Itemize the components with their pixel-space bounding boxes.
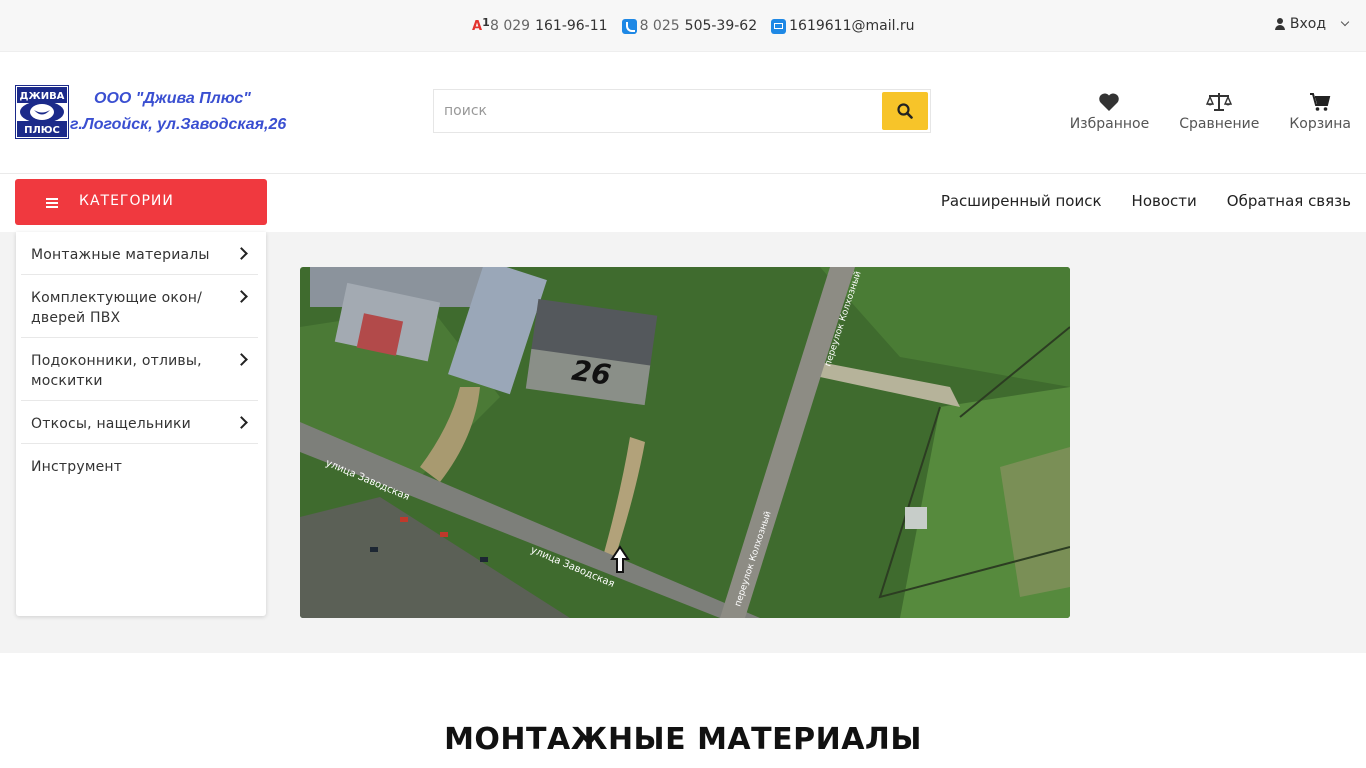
top-bar: A1 8 029 161-96-11 8 025 505-39-62 16196… (0, 0, 1366, 52)
cart-link[interactable]: Корзина (1289, 92, 1351, 132)
satellite-map: 26 улица Заводская улица Заводская переу… (300, 267, 1070, 618)
chevron-right-icon (235, 416, 248, 429)
login-label: Вход (1289, 16, 1326, 32)
header: ДЖИВА ПЛЮС ООО "Джива Плюс" г.Логойск, у… (0, 52, 1366, 174)
heart-icon (1099, 93, 1120, 111)
mail-icon (771, 18, 787, 34)
menu-icon (46, 198, 58, 208)
contact-a1[interactable]: A1 8 029 161-96-11 (472, 15, 608, 35)
company-address: г.Логойск, ул.Заводская,26 (70, 116, 287, 133)
contact-phone[interactable]: 8 025 505-39-62 (621, 18, 758, 34)
phone-number: 161-96-11 (535, 18, 608, 34)
scales-icon (1206, 93, 1233, 111)
hero-section: Монтажные материалы Комплектующие окон/ … (0, 232, 1366, 653)
phone-icon (621, 18, 637, 34)
svg-text:ДЖИВА: ДЖИВА (20, 91, 65, 102)
location-map: 26 улица Заводская улица Заводская переу… (300, 267, 1070, 618)
cart-icon (1310, 93, 1331, 111)
category-label: Инструмент (31, 459, 123, 475)
contact-email[interactable]: 1619611@mail.ru (771, 18, 915, 34)
user-icon (1274, 18, 1285, 30)
category-menu: Монтажные материалы Комплектующие окон/ … (16, 232, 266, 616)
cart-label: Корзина (1289, 116, 1351, 132)
category-item[interactable]: Откосы, нащельники (21, 401, 258, 444)
company-info: ООО "Джива Плюс" г.Логойск, ул.Заводская… (70, 86, 286, 138)
search-input[interactable] (434, 90, 874, 132)
category-item[interactable]: Монтажные материалы (21, 232, 258, 275)
nav-links: Расширенный поиск Новости Обратная связь (911, 192, 1351, 210)
categories-button[interactable]: КАТЕГОРИИ (15, 179, 267, 225)
phone-prefix: 8 029 (490, 18, 531, 34)
compare-label: Сравнение (1179, 116, 1260, 132)
category-label: Подоконники, отливы, москитки (31, 353, 202, 389)
category-item[interactable]: Подоконники, отливы, москитки (21, 338, 258, 401)
nav-link-advanced-search[interactable]: Расширенный поиск (941, 192, 1102, 210)
search-button[interactable] (882, 92, 928, 130)
search-box (433, 89, 931, 133)
email-address: 1619611@mail.ru (789, 18, 915, 34)
login-button[interactable]: Вход (1274, 16, 1350, 32)
phone-number: 505-39-62 (684, 18, 758, 34)
header-actions: Избранное Сравнение Корзина (1040, 92, 1351, 132)
category-item[interactable]: Инструмент (21, 444, 258, 486)
svg-text:ПЛЮС: ПЛЮС (24, 125, 60, 136)
search-icon (897, 103, 913, 119)
contacts: A1 8 029 161-96-11 8 025 505-39-62 16196… (472, 16, 929, 36)
favorites-label: Избранное (1069, 116, 1150, 132)
nav-link-feedback[interactable]: Обратная связь (1227, 192, 1351, 210)
compare-link[interactable]: Сравнение (1179, 92, 1259, 132)
nav-link-news[interactable]: Новости (1132, 192, 1197, 210)
category-label: Монтажные материалы (31, 247, 210, 263)
chevron-down-icon (1340, 17, 1350, 27)
company-name: ООО "Джива Плюс" (94, 90, 251, 107)
nav-bar: КАТЕГОРИИ Расширенный поиск Новости Обра… (0, 174, 1366, 232)
category-item[interactable]: Комплектующие окон/ дверей ПВХ (21, 275, 258, 338)
phone-prefix: 8 025 (639, 18, 680, 34)
chevron-right-icon (235, 290, 248, 303)
chevron-right-icon (235, 353, 248, 366)
a1-icon: A1 (472, 15, 490, 34)
category-label: Комплектующие окон/ дверей ПВХ (31, 290, 203, 326)
chevron-right-icon (235, 247, 248, 260)
map-building-number: 26 (570, 354, 613, 392)
categories-label: КАТЕГОРИИ (79, 193, 174, 209)
logo[interactable]: ДЖИВА ПЛЮС (14, 84, 70, 140)
section-title: МОНТАЖНЫЕ МАТЕРИАЛЫ (444, 722, 922, 757)
category-label: Откосы, нащельники (31, 416, 191, 432)
favorites-link[interactable]: Избранное (1069, 92, 1150, 132)
